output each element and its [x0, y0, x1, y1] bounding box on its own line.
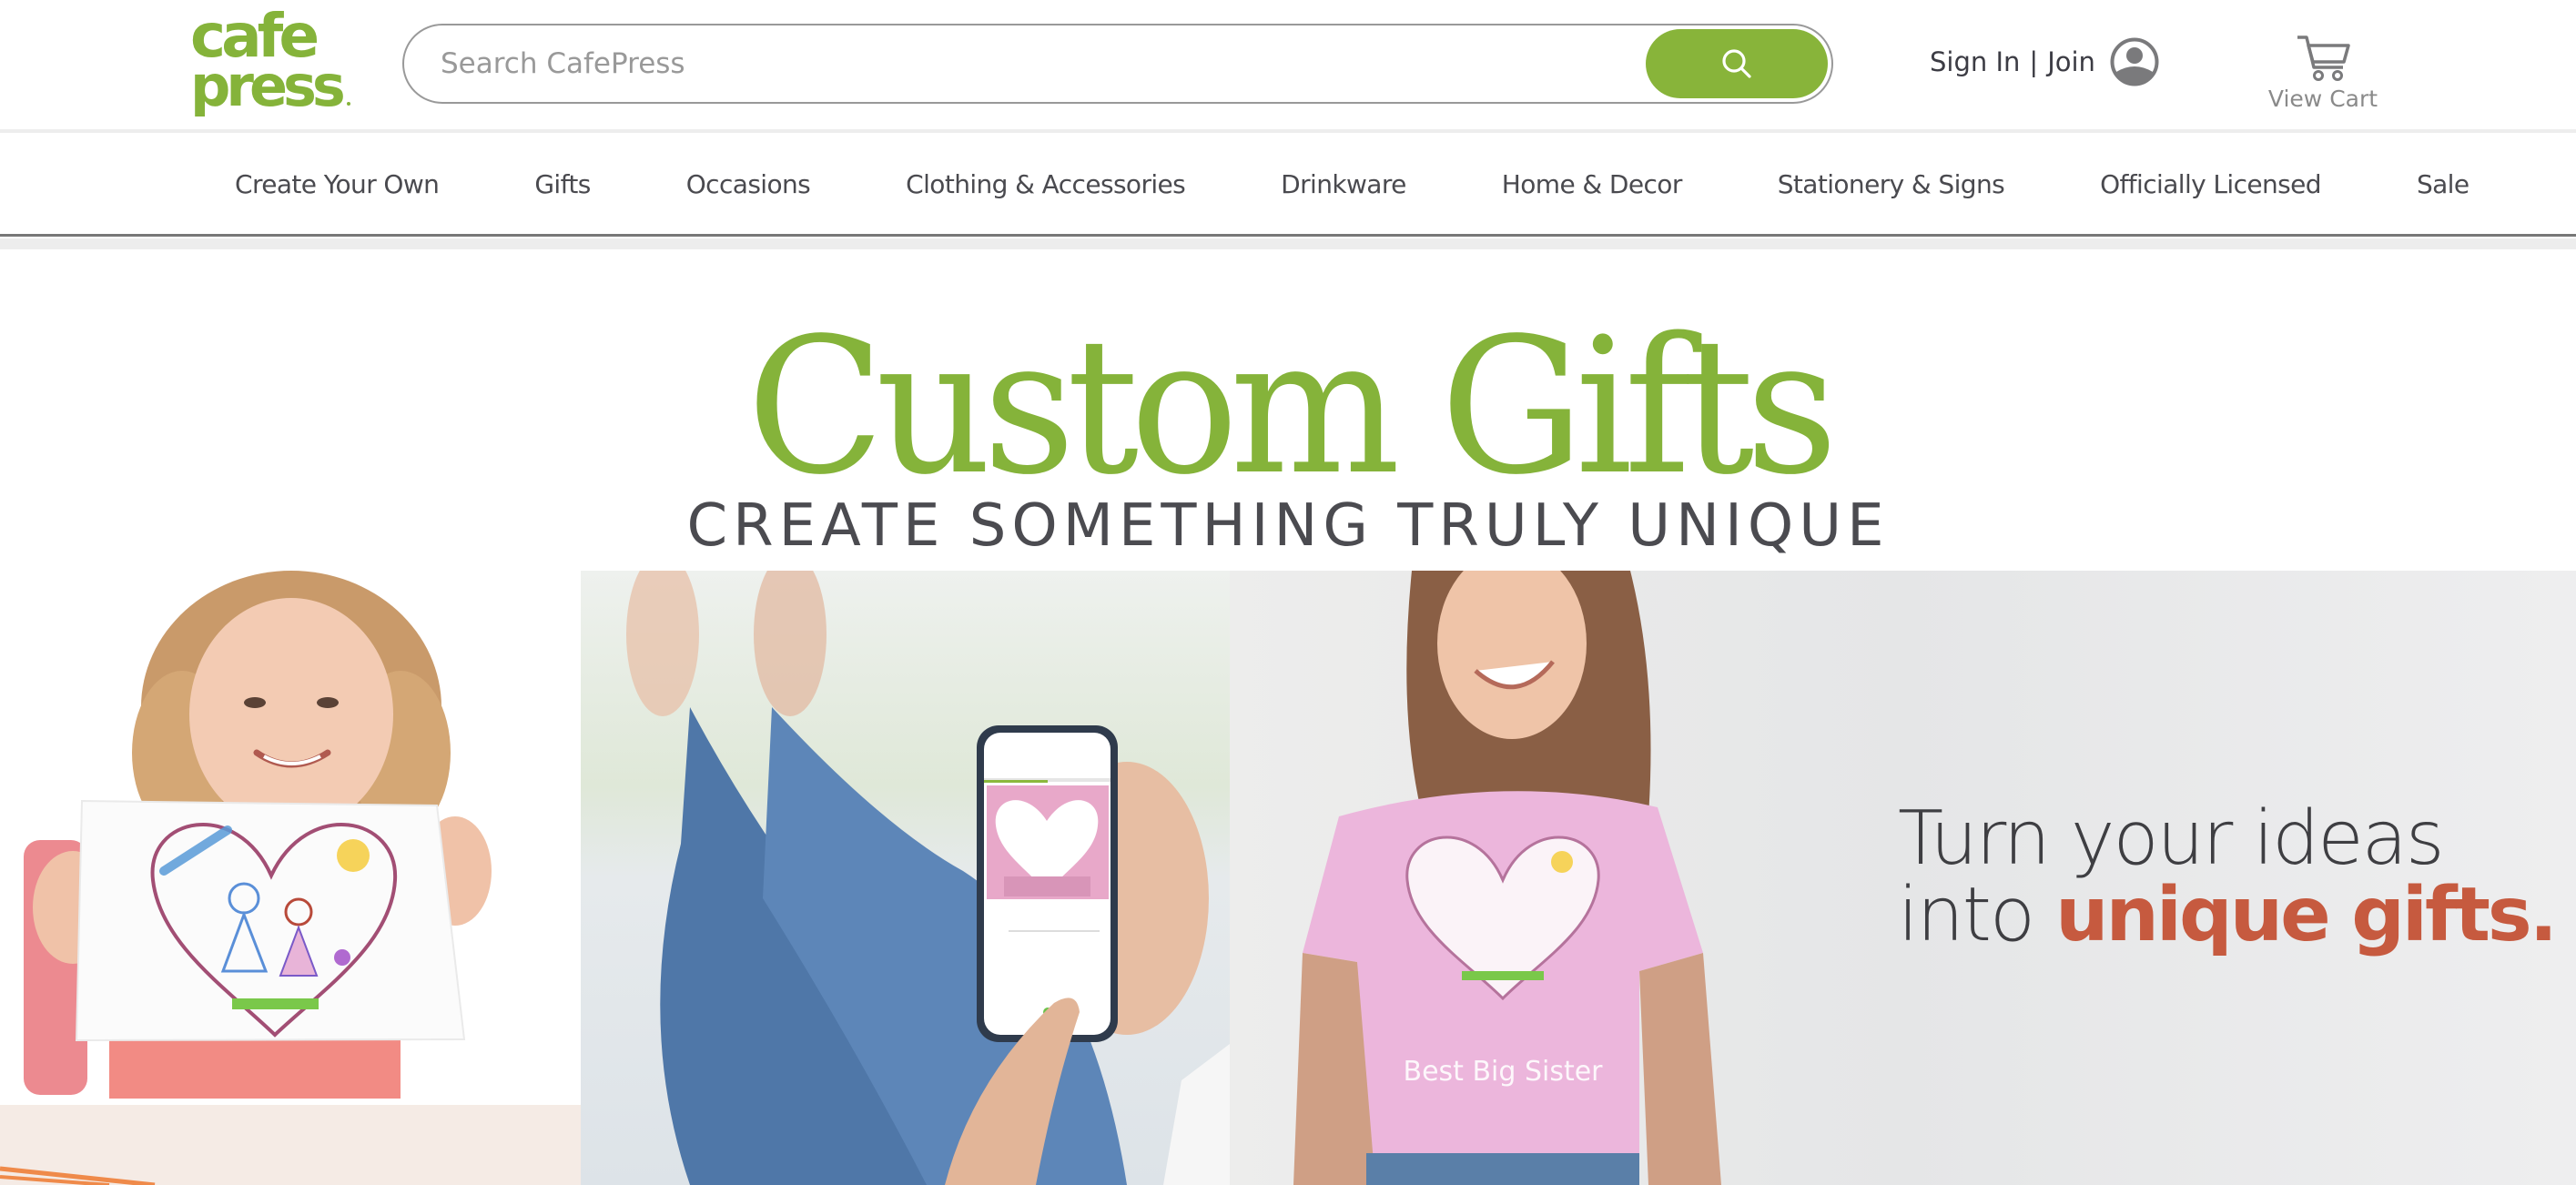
shopping-cart-icon	[2297, 35, 2350, 81]
banner-panel-phone-designer	[581, 571, 1230, 1185]
search-bar	[402, 24, 1833, 104]
search-input[interactable]	[441, 25, 1624, 102]
banner-panel-girl-with-drawing	[0, 571, 581, 1185]
nav-item-drinkware[interactable]: Drinkware	[1281, 169, 1406, 199]
hero-banner[interactable]: Best Big Sister Turn your ideas into uni…	[0, 571, 2576, 1185]
sign-in-link[interactable]: Sign In	[1930, 46, 2020, 77]
search-button[interactable]	[1646, 29, 1828, 98]
shirt-print-text: Best Big Sister	[1403, 1056, 1603, 1088]
banner-tagline: Turn your ideas into unique gifts.	[1898, 795, 2558, 954]
nav-item-create-your-own[interactable]: Create Your Own	[235, 169, 440, 199]
view-cart-link[interactable]: View Cart	[2267, 33, 2379, 115]
nav-item-home-decor[interactable]: Home & Decor	[1502, 169, 1683, 199]
nav-item-occasions[interactable]: Occasions	[686, 169, 811, 199]
phone-designer-image	[581, 571, 1230, 1185]
logo-text-press: press	[190, 53, 343, 116]
tagline-accent: unique gifts.	[2055, 872, 2558, 958]
search-icon	[1722, 49, 1751, 78]
cafepress-logo-icon: cafe press	[190, 1, 350, 119]
nav-item-officially-licensed[interactable]: Officially Licensed	[2100, 169, 2321, 199]
view-cart-label: View Cart	[2267, 86, 2378, 112]
account-links: Sign In | Join	[1930, 36, 2159, 87]
user-circle-icon[interactable]	[2110, 37, 2159, 86]
nav-list: Create Your Own Gifts Occasions Clothing…	[235, 133, 2470, 235]
nav-item-sale[interactable]: Sale	[2417, 169, 2470, 199]
nav-item-stationery-signs[interactable]: Stationery & Signs	[1778, 169, 2005, 199]
nav-divider	[0, 238, 2576, 249]
join-link[interactable]: Join	[2047, 46, 2095, 77]
girl-with-drawing-image	[0, 571, 581, 1185]
site-header: cafe press Sign In | Join Vie	[0, 0, 2576, 131]
nav-item-clothing-accessories[interactable]: Clothing & Accessories	[906, 169, 1186, 199]
tagline-line-2-prefix: into	[1898, 872, 2056, 958]
tagline-line-1: Turn your ideas	[1898, 795, 2445, 882]
cafepress-logo[interactable]: cafe press	[187, 1, 355, 119]
tagline-line-2: into unique gifts.	[1898, 877, 2558, 954]
hero-title: Custom Gifts	[746, 298, 1838, 516]
account-separator: |	[2029, 46, 2039, 77]
hero-heading: Custom Gifts CREATE SOMETHING TRULY UNIQ…	[0, 298, 2576, 562]
nav-item-gifts[interactable]: Gifts	[534, 169, 591, 199]
main-navigation: Create Your Own Gifts Occasions Clothing…	[0, 133, 2576, 237]
